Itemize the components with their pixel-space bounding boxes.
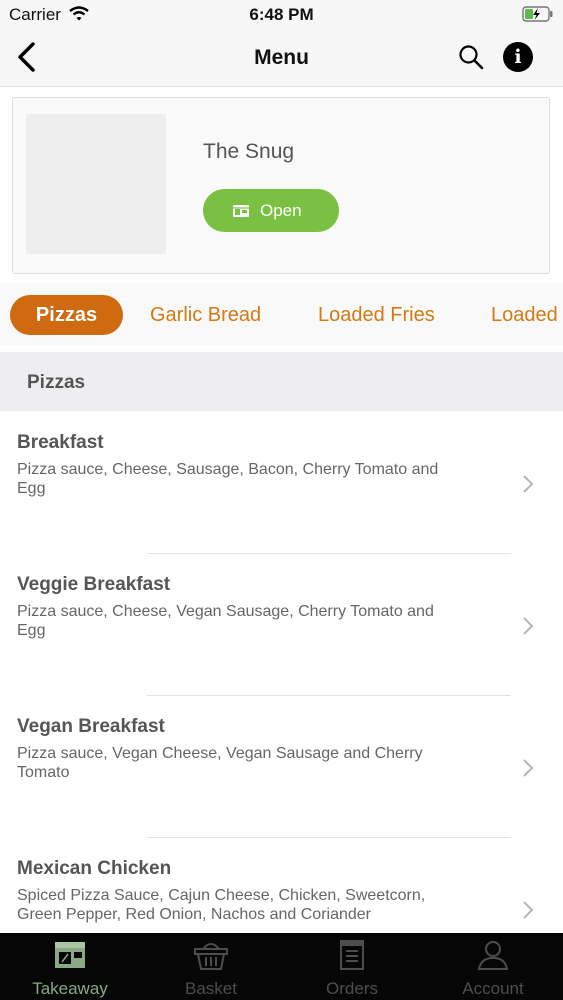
- account-icon: [423, 939, 563, 976]
- tab-orders[interactable]: Orders: [282, 933, 422, 1000]
- category-tabs: Pizzas Garlic Bread Loaded Fries Loaded: [0, 283, 563, 345]
- item-description: Pizza sauce, Vegan Cheese, Vegan Sausage…: [17, 745, 423, 781]
- chevron-right-icon: [522, 758, 534, 783]
- orders-icon: [282, 939, 422, 976]
- chevron-right-icon: [522, 900, 534, 925]
- tab-basket[interactable]: Basket: [141, 933, 281, 1000]
- store-icon: [0, 939, 140, 976]
- store-image: [26, 114, 166, 254]
- status-bar: Carrier 6:48 PM: [0, 0, 563, 30]
- tab-loaded[interactable]: Loaded: [491, 295, 558, 335]
- menu-item[interactable]: Breakfast Pizza sauce, Cheese, Sausage, …: [0, 412, 563, 554]
- item-name: Veggie Breakfast: [17, 574, 171, 595]
- tab-takeaway[interactable]: Takeaway: [0, 933, 140, 1000]
- basket-icon: [141, 939, 281, 976]
- chevron-right-icon: [522, 616, 534, 641]
- info-icon[interactable]: i: [503, 42, 533, 72]
- store-card: The Snug Open: [12, 97, 550, 274]
- store-name: The Snug: [203, 140, 295, 163]
- item-name: Vegan Breakfast: [17, 716, 165, 737]
- tab-loaded-fries[interactable]: Loaded Fries: [318, 295, 435, 335]
- section-title: Pizzas: [27, 372, 86, 393]
- battery-icon: [522, 6, 554, 27]
- search-icon[interactable]: [458, 44, 484, 75]
- store-icon: [232, 203, 250, 223]
- bottom-tab-bar: Takeaway Basket Orders Account: [0, 933, 563, 1000]
- status-time: 6:48 PM: [249, 5, 314, 24]
- chevron-right-icon: [522, 474, 534, 499]
- item-description: Pizza sauce, Cheese, Sausage, Bacon, Che…: [17, 461, 439, 497]
- open-status-button[interactable]: Open: [203, 189, 339, 232]
- section-header: Pizzas: [0, 352, 563, 411]
- tab-basket-label: Basket: [185, 979, 237, 998]
- item-description: Pizza sauce, Cheese, Vegan Sausage, Cher…: [17, 603, 434, 639]
- menu-item[interactable]: Veggie Breakfast Pizza sauce, Cheese, Ve…: [0, 554, 563, 696]
- item-name: Breakfast: [17, 432, 104, 453]
- navigation-bar: Menu i: [0, 30, 563, 87]
- open-status-label: Open: [260, 201, 302, 220]
- tab-account-label: Account: [462, 979, 524, 998]
- tab-takeaway-label: Takeaway: [32, 979, 108, 998]
- tab-account[interactable]: Account: [423, 933, 563, 1000]
- item-name: Mexican Chicken: [17, 858, 172, 879]
- tab-orders-label: Orders: [326, 979, 378, 998]
- menu-item[interactable]: Vegan Breakfast Pizza sauce, Vegan Chees…: [0, 696, 563, 838]
- tab-garlic-bread[interactable]: Garlic Bread: [150, 295, 261, 335]
- item-description: Spiced Pizza Sauce, Cajun Cheese, Chicke…: [17, 887, 426, 923]
- tab-pizzas[interactable]: Pizzas: [10, 295, 123, 335]
